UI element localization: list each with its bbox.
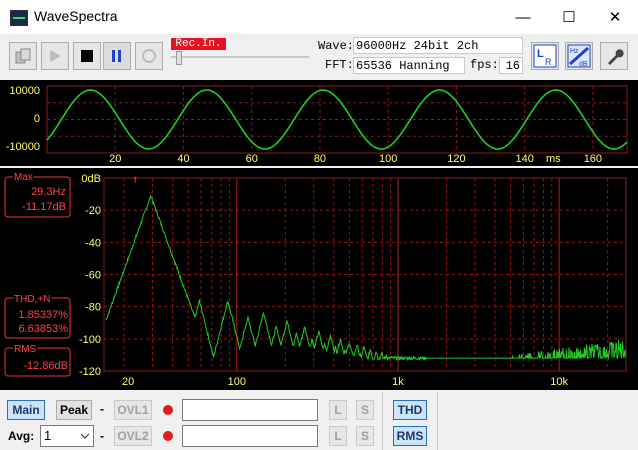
divider <box>382 392 383 450</box>
wave-label: Wave: <box>318 39 355 53</box>
thd-box-title: THD,+N <box>14 294 50 305</box>
thd-button[interactable]: THD <box>393 400 427 420</box>
channel-lr-button[interactable]: LR <box>531 42 559 70</box>
record-dot-icon <box>163 405 173 415</box>
ovl1-name-input[interactable] <box>182 399 318 421</box>
hz-db-ruler-icon: HzdB <box>567 44 591 68</box>
level-slider-thumb[interactable] <box>176 51 182 65</box>
wave-x-tick: 140 <box>515 153 533 165</box>
max-frequency: 29.3Hz <box>31 186 66 198</box>
ovl1-record-button[interactable] <box>158 400 178 420</box>
channel-lr-icon: LR <box>533 44 557 68</box>
svg-text:L: L <box>537 48 544 60</box>
rec-in-indicator: Rec.In. <box>171 38 226 50</box>
fft-setting-field: 65536 Hanning <box>353 57 465 74</box>
fps-label: fps: <box>470 58 499 72</box>
peak-marker: f <box>134 175 137 185</box>
open-file-button[interactable] <box>9 42 37 70</box>
dash-separator: - <box>100 402 104 416</box>
wave-x-tick: 100 <box>379 153 397 165</box>
minimize-button[interactable]: — <box>500 0 546 34</box>
chevron-down-icon <box>80 433 90 439</box>
maximize-button[interactable]: ☐ <box>546 0 592 34</box>
record-button[interactable] <box>135 42 163 70</box>
svg-text:Hz: Hz <box>570 48 579 55</box>
svg-text:dB: dB <box>579 61 588 68</box>
app-icon <box>10 10 28 26</box>
control-panel: Main Peak - OVL1 L S Avg: 1 - OVL2 L S T… <box>0 392 638 450</box>
waveform-chart: 10000 0 -10000 20 40 60 80 100 120 140 160 ms <box>6 85 628 165</box>
fft-label: FFT: <box>325 58 354 72</box>
wave-x-tick: 20 <box>109 153 121 165</box>
ovl1-button[interactable]: OVL1 <box>114 400 152 420</box>
spectrum-y-tick: -60 <box>85 270 101 282</box>
rms-value: -12.86dB <box>23 360 68 372</box>
ovl1-load-button[interactable]: L <box>329 400 347 420</box>
settings-button[interactable] <box>600 42 628 70</box>
spectrum-y-tick: 0dB <box>81 173 101 185</box>
avg-select-value: 1 <box>44 428 52 443</box>
wave-y-tick: 0 <box>34 113 40 125</box>
ovl1-save-button[interactable]: S <box>356 400 374 420</box>
spectrum-y-tick: -120 <box>79 366 101 378</box>
avg-label: Avg: <box>8 429 35 443</box>
wave-x-tick: 120 <box>447 153 465 165</box>
waveform-panel: 10000 0 -10000 20 40 60 80 100 120 140 160 ms <box>0 80 638 166</box>
spectrum-y-tick: -100 <box>79 334 101 346</box>
divider <box>437 392 438 450</box>
wave-y-tick: 10000 <box>9 85 40 97</box>
avg-select[interactable]: 1 <box>40 425 94 447</box>
record-icon <box>142 49 156 63</box>
thd-value: 1.85337% <box>18 309 68 321</box>
wave-x-unit: ms <box>546 153 561 165</box>
title-bar: WaveSpectra — ☐ ✕ <box>0 0 638 34</box>
rms-button[interactable]: RMS <box>393 426 427 446</box>
fps-field: 16 <box>499 57 523 74</box>
ovl2-name-input[interactable] <box>182 425 318 447</box>
spectrum-y-tick: -40 <box>85 237 101 249</box>
record-dot-icon <box>163 431 173 441</box>
toolbar: Rec.In. Wave: 96000Hz 24bit 2ch FFT: 655… <box>0 34 638 80</box>
open-file-icon <box>15 48 31 64</box>
ovl2-button[interactable]: OVL2 <box>114 426 152 446</box>
wave-x-tick: 160 <box>584 153 602 165</box>
scale-settings-button[interactable]: Hz dB <box>565 42 593 70</box>
stop-icon <box>81 50 93 62</box>
level-slider-track[interactable] <box>171 56 309 58</box>
max-box-title: Max <box>14 172 33 183</box>
stop-button[interactable] <box>73 42 101 70</box>
pause-icon <box>112 50 121 62</box>
wave-format-field: 96000Hz 24bit 2ch <box>353 37 523 54</box>
main-button[interactable]: Main <box>7 400 45 420</box>
max-level: -11.17dB <box>22 201 66 213</box>
dash-separator: - <box>100 429 104 443</box>
wave-x-tick: 80 <box>314 153 326 165</box>
peak-button[interactable]: Peak <box>56 400 92 420</box>
play-button[interactable] <box>41 42 69 70</box>
wave-x-tick: 60 <box>246 153 258 165</box>
ovl2-save-button[interactable]: S <box>356 426 374 446</box>
rms-box-title: RMS <box>14 344 37 355</box>
svg-text:R: R <box>545 57 552 67</box>
spectrum-x-tick: 20 <box>122 376 134 388</box>
window-title: WaveSpectra <box>34 8 118 24</box>
spectrum-y-tick: -20 <box>85 205 101 217</box>
spectrum-x-tick: 1k <box>392 376 404 388</box>
wave-y-tick: -10000 <box>6 141 40 153</box>
pause-button[interactable] <box>103 42 131 70</box>
wave-x-tick: 40 <box>177 153 189 165</box>
spectrum-x-tick: 100 <box>228 376 246 388</box>
thd-n-value: 6.63853% <box>18 323 68 335</box>
wrench-icon <box>608 49 624 65</box>
ovl2-record-button[interactable] <box>158 426 178 446</box>
spectrum-y-tick: -80 <box>85 302 101 314</box>
spectrum-trace <box>105 195 627 362</box>
ovl2-load-button[interactable]: L <box>329 426 347 446</box>
spectrum-panel: 0dB -20 -40 -60 -80 -100 -120 20 100 1k 10k f Max… <box>0 168 638 390</box>
play-icon <box>50 50 61 62</box>
spectrum-x-tick: 10k <box>550 376 568 388</box>
spectrum-chart: 0dB -20 -40 -60 -80 -100 -120 20 100 1k 10k f Max… <box>4 170 627 388</box>
close-button[interactable]: ✕ <box>592 0 638 34</box>
